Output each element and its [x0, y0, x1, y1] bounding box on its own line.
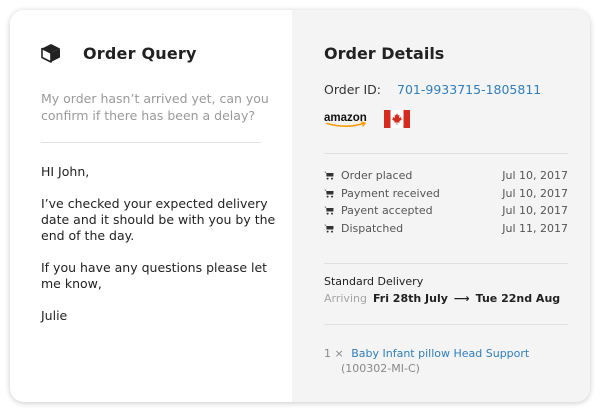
canada-flag-icon: [384, 110, 410, 128]
box-icon: [41, 44, 60, 63]
status-date: Jul 10, 2017: [502, 186, 568, 200]
item-name-link[interactable]: Baby Infant pillow Head Support: [351, 347, 529, 360]
agent-reply: HI John, I’ve checked your expected deli…: [41, 164, 277, 340]
order-query-panel: Order Query My order hasn’t arrived yet,…: [10, 10, 292, 402]
cart-icon: [324, 189, 334, 198]
order-id-label: Order ID:: [324, 82, 382, 97]
status-date: Jul 10, 2017: [502, 204, 568, 218]
reply-greeting: HI John,: [41, 164, 90, 179]
order-details-title: Order Details: [324, 44, 445, 63]
arrival-window: Arriving Fri 28th July ⟶ Tue 22nd Aug: [324, 292, 560, 305]
cart-icon: [324, 172, 334, 180]
cart-icon: [324, 207, 334, 215]
divider: [324, 324, 568, 325]
order-id-row: Order ID: 701-9933715-1805811: [324, 82, 541, 97]
arrival-from-date: Fri 28th July: [372, 292, 448, 305]
status-row: Dispatched Jul 11, 2017: [324, 220, 568, 238]
order-details-panel: Order Details Order ID: 701-9933715-1805…: [292, 10, 590, 402]
item-sku: (100302-MI-C): [341, 362, 420, 375]
arrow-right-icon: ⟶: [453, 292, 470, 305]
status-date: Jul 11, 2017: [502, 221, 568, 235]
customer-message: My order hasn’t arrived yet, can you con…: [41, 91, 269, 123]
reply-body: I’ve checked your expected delivery date…: [41, 196, 276, 243]
divider: [324, 263, 568, 264]
arriving-label: Arriving: [324, 292, 367, 305]
reply-body: If you have any questions please let me …: [41, 260, 268, 291]
status-label: Payment received: [341, 186, 440, 200]
status-date: Jul 10, 2017: [502, 169, 568, 183]
arrival-to-date: Tue 22nd Aug: [475, 292, 561, 305]
order-id-link[interactable]: 701-9933715-1805811: [397, 82, 541, 97]
order-query-header: Order Query: [41, 43, 197, 63]
reply-signature: Julie: [41, 308, 68, 323]
divider: [41, 142, 261, 143]
item-quantity: 1 ×: [324, 347, 344, 360]
divider: [324, 153, 568, 154]
cart-icon: [324, 224, 334, 233]
status-row: Payent accepted Jul 10, 2017: [324, 202, 568, 220]
svg-text:amazon: amazon: [324, 112, 367, 124]
order-card: Order Query My order hasn’t arrived yet,…: [10, 10, 590, 402]
brand-row: amazon: [324, 110, 410, 128]
order-query-title: Order Query: [83, 43, 197, 63]
order-item: 1 × Baby Infant pillow Head Support: [324, 347, 529, 360]
status-row: Order placed Jul 10, 2017: [324, 167, 568, 185]
delivery-type: Standard Delivery: [324, 275, 424, 288]
status-label: Dispatched: [341, 221, 404, 235]
status-label: Order placed: [341, 169, 413, 183]
order-status-list: Order placed Jul 10, 2017 Payment receiv…: [324, 167, 568, 237]
status-label: Payent accepted: [341, 204, 433, 218]
amazon-logo: amazon: [324, 112, 367, 127]
status-row: Payment received Jul 10, 2017: [324, 185, 568, 203]
